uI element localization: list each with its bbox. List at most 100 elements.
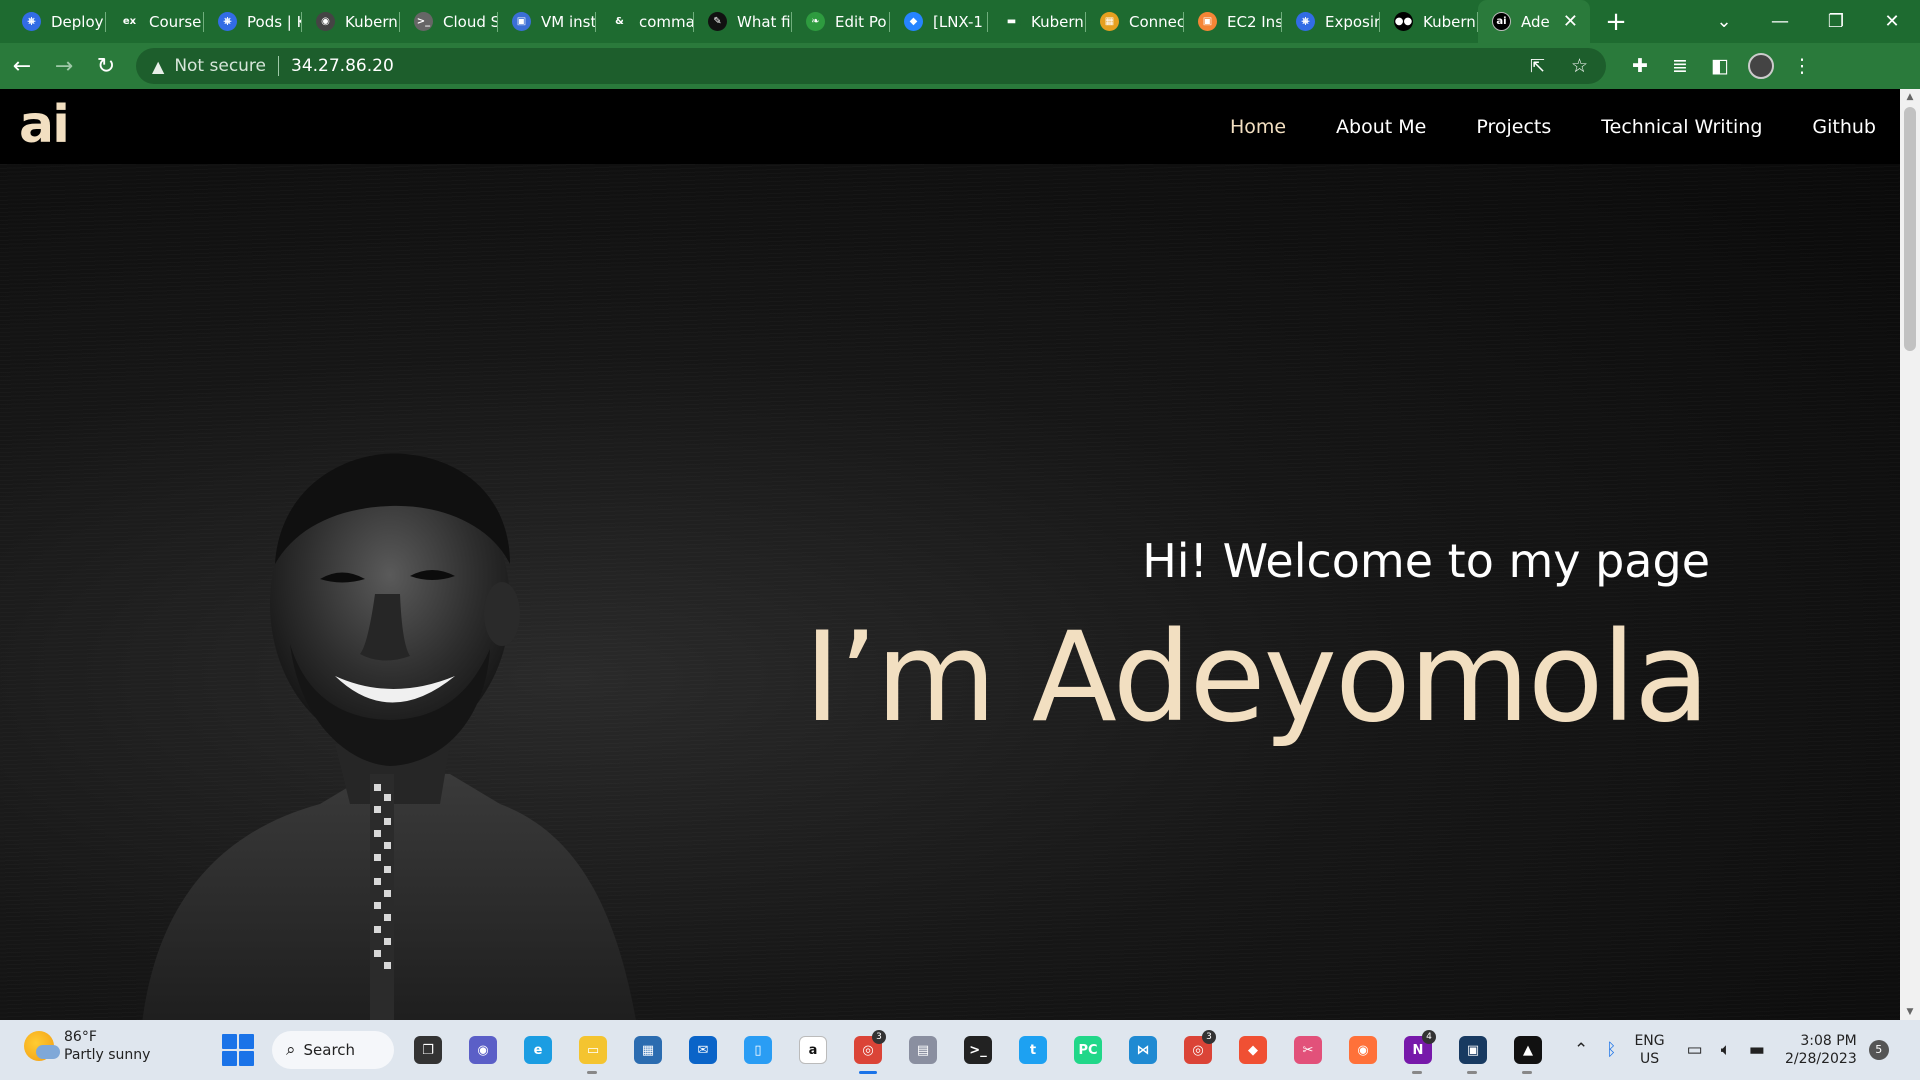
browser-tab[interactable]: ▣ VM inst xyxy=(498,0,596,43)
terminal-icon: >_ xyxy=(964,1036,992,1064)
taskbar-app[interactable]: ⋈ xyxy=(1121,1028,1165,1072)
windows-taskbar: 86°F Partly sunny ⌕ Search ❐ ◉ e ▭ ▦ ✉ ▯ a ◎ 3 ▤ >_… xyxy=(0,1020,1920,1080)
browser-tab[interactable]: ▬ Kubern xyxy=(988,0,1086,43)
teams-chat-icon: ◉ xyxy=(469,1036,497,1064)
nav-link-github[interactable]: Github xyxy=(1812,116,1876,138)
browser-tab[interactable]: ⎈ Pods | K xyxy=(204,0,302,43)
taskbar-app[interactable]: ✂ xyxy=(1286,1028,1330,1072)
browser-tab[interactable]: ●● Kubern xyxy=(1380,0,1478,43)
tab-title: Edit Po xyxy=(835,12,887,31)
taskbar-app[interactable]: >_ xyxy=(956,1028,1000,1072)
task-view-icon: ❐ xyxy=(414,1036,442,1064)
scrollbar-thumb[interactable] xyxy=(1904,107,1916,351)
app-badge: 3 xyxy=(872,1030,886,1044)
warning-triangle-icon[interactable]: ▲ xyxy=(152,57,164,76)
url-text[interactable]: 34.27.86.20 xyxy=(291,56,394,76)
taskbar-app[interactable]: ❐ xyxy=(406,1028,450,1072)
notification-badge[interactable]: 5 xyxy=(1868,1040,1889,1060)
close-window-icon[interactable]: ✕ xyxy=(1864,11,1920,32)
site-logo[interactable]: ai xyxy=(19,95,70,155)
battery-icon[interactable]: ▬ xyxy=(1749,1040,1765,1060)
browser-tab-active[interactable]: ai Ade ✕ xyxy=(1478,0,1590,43)
nav-link-about-me[interactable]: About Me xyxy=(1336,116,1426,138)
kebab-menu-icon[interactable]: ⋮ xyxy=(1782,55,1822,77)
bluetooth-icon[interactable]: ᛒ xyxy=(1606,1040,1616,1060)
reload-button[interactable]: ↻ xyxy=(86,46,126,86)
taskbar-app[interactable]: ▭ xyxy=(571,1028,615,1074)
nav-link-home[interactable]: Home xyxy=(1230,116,1286,138)
volume-icon[interactable]: 🔈︎ xyxy=(1721,1040,1731,1060)
side-panel-icon[interactable]: ◧ xyxy=(1700,55,1740,77)
close-tab-icon[interactable]: ✕ xyxy=(1563,11,1578,32)
taskbar-app[interactable]: ▯ xyxy=(736,1028,780,1072)
restore-icon[interactable]: ❐ xyxy=(1808,11,1864,32)
share-icon[interactable]: ⇱ xyxy=(1530,56,1545,77)
scroll-down-arrow-icon[interactable]: ▼ xyxy=(1900,1004,1920,1020)
taskbar-app[interactable]: e xyxy=(516,1028,560,1072)
minimize-icon[interactable]: — xyxy=(1752,11,1808,32)
taskbar-app[interactable]: ▦ xyxy=(626,1028,670,1072)
bookmark-star-icon[interactable]: ☆ xyxy=(1571,55,1588,77)
taskbar-app[interactable]: N4 xyxy=(1396,1028,1440,1074)
nav-link-technical-writing[interactable]: Technical Writing xyxy=(1601,116,1762,138)
address-bar[interactable]: ▲ Not secure 34.27.86.20 ⇱ ☆ xyxy=(136,48,1606,84)
start-button[interactable] xyxy=(222,1034,254,1066)
weather-text: 86°F Partly sunny xyxy=(64,1028,150,1064)
taskbar-app[interactable]: a xyxy=(791,1028,835,1072)
browser-tab[interactable]: ◆ [LNX-1 xyxy=(890,0,988,43)
taskbar-search[interactable]: ⌕ Search xyxy=(272,1031,394,1069)
reading-list-icon[interactable]: ≣ xyxy=(1660,55,1700,77)
taskbar-app[interactable]: t xyxy=(1011,1028,1055,1072)
language-indicator[interactable]: ENG US xyxy=(1634,1032,1664,1068)
taskbar-app[interactable]: ▲ xyxy=(1506,1028,1550,1074)
back-button[interactable]: ← xyxy=(2,46,42,86)
kubernetes-icon: ⎈ xyxy=(218,12,237,31)
clock-time: 3:08 PM xyxy=(1800,1033,1857,1049)
extensions-puzzle-icon[interactable]: ✚ xyxy=(1620,55,1660,77)
running-indicator xyxy=(1412,1071,1422,1074)
network-icon[interactable]: ▭ xyxy=(1687,1040,1703,1060)
browser-tab[interactable]: ⎈ Deploy xyxy=(8,0,106,43)
taskbar-app[interactable]: ▣ xyxy=(1451,1028,1495,1074)
clock[interactable]: 3:08 PM 2/28/2023 xyxy=(1785,1032,1857,1068)
chevron-up-icon[interactable]: ⌃ xyxy=(1574,1040,1588,1060)
tab-title: Pods | K xyxy=(247,12,302,31)
hero-section: Hi! Welcome to my page I’m Adeyomola xyxy=(0,164,1900,1020)
tab-title: Deploy xyxy=(51,12,104,31)
taskbar-app[interactable]: ✉ xyxy=(681,1028,725,1072)
browser-tab[interactable]: >_ Cloud S xyxy=(400,0,498,43)
taskbar-app[interactable]: ◎ 3 xyxy=(1176,1028,1220,1072)
scroll-up-arrow-icon[interactable]: ▲ xyxy=(1900,89,1920,105)
file-explorer-icon: ▭ xyxy=(579,1036,607,1064)
browser-tab[interactable]: & comma xyxy=(596,0,694,43)
leaf-icon: ❧ xyxy=(806,12,825,31)
profile-avatar[interactable] xyxy=(1748,53,1774,79)
new-tab-button[interactable]: + xyxy=(1596,0,1636,43)
taskbar-app[interactable]: ▤ xyxy=(901,1028,945,1072)
tab-title: comma xyxy=(639,12,694,31)
tab-search-chevron-icon[interactable]: ⌄ xyxy=(1696,11,1752,32)
page-scrollbar[interactable]: ▲ ▼ xyxy=(1900,89,1920,1020)
notepad-icon: ▯ xyxy=(744,1036,772,1064)
browser-tab[interactable]: ✎ What fi xyxy=(694,0,792,43)
taskbar-app[interactable]: PC xyxy=(1066,1028,1110,1072)
browser-tab[interactable]: ⎈ Exposir xyxy=(1282,0,1380,43)
browser-tab[interactable]: ◉ Kubern xyxy=(302,0,400,43)
browser-tab[interactable]: ❧ Edit Po xyxy=(792,0,890,43)
forward-button[interactable]: → xyxy=(44,46,84,86)
browser-tab[interactable]: ▣ EC2 Ins xyxy=(1184,0,1282,43)
browser-tab[interactable]: ex Course xyxy=(106,0,204,43)
taskbar-app[interactable]: ◎ 3 xyxy=(846,1028,890,1074)
nav-link-projects[interactable]: Projects xyxy=(1476,116,1551,138)
taskbar-app[interactable]: ◉ xyxy=(1341,1028,1385,1072)
weather-widget[interactable]: 86°F Partly sunny xyxy=(24,1028,150,1064)
partly-sunny-icon xyxy=(24,1031,60,1061)
hero-greeting: Hi! Welcome to my page xyxy=(1142,534,1710,588)
tab-title: VM inst xyxy=(541,12,596,31)
browser-tab[interactable]: ▦ Connec xyxy=(1086,0,1184,43)
taskbar-app[interactable]: ◆ xyxy=(1231,1028,1275,1072)
security-status[interactable]: Not secure xyxy=(174,56,266,76)
tab-title: Ade xyxy=(1521,12,1550,31)
taskbar-app[interactable]: ◉ xyxy=(461,1028,505,1072)
terminal-icon: >_ xyxy=(414,12,433,31)
